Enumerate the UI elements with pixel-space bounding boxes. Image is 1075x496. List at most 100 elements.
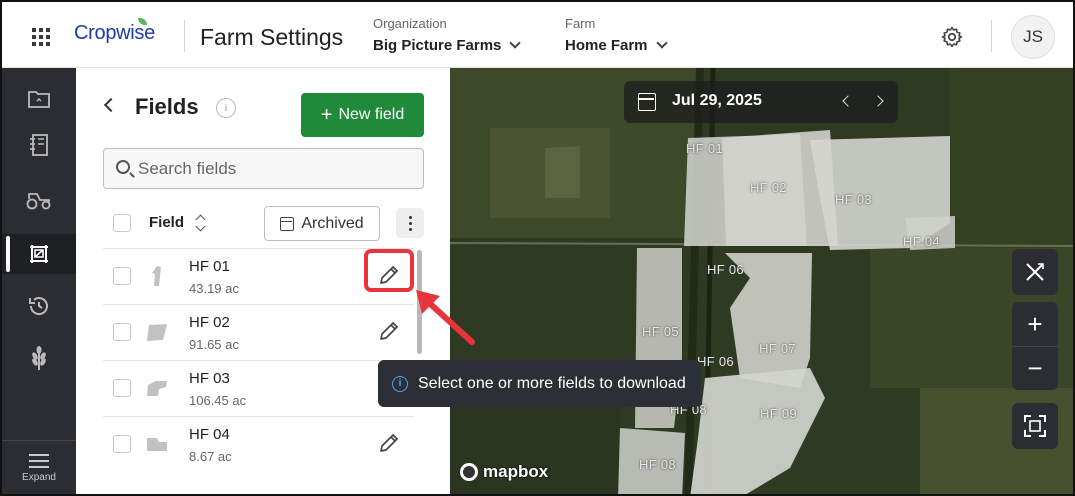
search-input[interactable] — [138, 149, 418, 188]
chevron-down-icon — [655, 37, 668, 49]
rail-item-crops[interactable] — [2, 338, 76, 378]
annotation-arrow-icon — [416, 290, 475, 345]
expand-label: Expand — [22, 472, 56, 483]
field-column-header[interactable]: Field — [149, 214, 184, 231]
header-divider — [184, 20, 185, 52]
search-box — [103, 148, 424, 189]
rail-item-machinery[interactable] — [2, 180, 76, 220]
app-title: Farm Settings — [200, 24, 344, 50]
field-shape-icon — [147, 324, 167, 341]
map-field-label[interactable]: HF 09 — [760, 406, 797, 421]
tools-icon — [1026, 263, 1044, 281]
row-checkbox[interactable] — [113, 323, 131, 341]
panel-title: Fields — [135, 94, 199, 119]
map-field-label[interactable]: HF 02 — [750, 180, 787, 195]
tractor-icon — [26, 193, 51, 210]
map-field-label[interactable]: HF 08 — [639, 457, 676, 472]
row-checkbox[interactable] — [113, 379, 131, 397]
info-icon[interactable]: i — [216, 98, 236, 118]
sort-icon[interactable] — [195, 214, 205, 232]
map-field-label[interactable]: HF 07 — [759, 341, 796, 356]
zoom-out-button[interactable]: − — [1012, 346, 1058, 390]
table-row[interactable]: HF 02 91.65 ac — [103, 304, 414, 360]
field-name: HF 03 — [189, 370, 230, 387]
field-area: 106.45 ac — [189, 393, 247, 408]
chevron-right-icon[interactable] — [872, 95, 884, 107]
field-shape-icon — [147, 381, 167, 396]
rail-item-fields[interactable] — [2, 234, 76, 274]
field-area: 91.65 ac — [189, 337, 239, 352]
folder-icon — [28, 91, 50, 108]
field-shape-icon — [152, 266, 161, 286]
row-checkbox[interactable] — [113, 267, 131, 285]
history-icon — [29, 297, 48, 315]
mapbox-logo-icon — [460, 463, 478, 481]
mapbox-attribution[interactable]: mapbox — [460, 462, 548, 482]
organization-label: Organization — [373, 16, 447, 31]
header-divider — [991, 20, 992, 52]
fit-bounds-button[interactable] — [1012, 403, 1058, 449]
archived-label: Archived — [301, 214, 364, 232]
farm-value: Home Farm — [565, 37, 648, 54]
tooltip-text: Select one or more fields to download — [418, 374, 686, 392]
pencil-icon[interactable] — [377, 319, 401, 343]
chevron-down-icon — [509, 37, 522, 49]
zoom-controls: + − — [1012, 302, 1058, 390]
search-icon — [116, 160, 130, 174]
organization-selector[interactable]: Big Picture Farms — [373, 37, 522, 54]
info-icon: i — [392, 375, 408, 392]
pencil-icon[interactable] — [377, 431, 401, 455]
farm-selector[interactable]: Home Farm — [565, 37, 668, 54]
field-name: HF 01 — [189, 258, 230, 275]
field-area: 43.19 ac — [189, 281, 239, 296]
select-all-checkbox[interactable] — [113, 214, 131, 232]
map-field-label[interactable]: HF 06 — [697, 354, 734, 369]
field-name: HF 02 — [189, 314, 230, 331]
calendar-icon[interactable] — [638, 93, 656, 111]
table-row[interactable]: HF 03 106.45 ac — [103, 360, 414, 416]
expand-rail-button[interactable]: Expand — [2, 440, 76, 494]
mapbox-label: mapbox — [483, 462, 549, 481]
table-row[interactable]: HF 04 8.67 ac — [103, 416, 414, 472]
zoom-in-button[interactable]: + — [1012, 302, 1058, 346]
field-area: 8.67 ac — [189, 449, 232, 464]
user-avatar[interactable]: JS — [1011, 15, 1055, 59]
edit-highlight-box — [364, 249, 414, 292]
chevron-left-icon[interactable] — [842, 95, 854, 107]
app-window: Cropwise Farm Settings Organization Big … — [0, 0, 1075, 496]
focus-frame-icon — [1024, 415, 1046, 437]
organization-value: Big Picture Farms — [373, 37, 502, 54]
map-field-label[interactable]: HF 05 — [642, 324, 679, 339]
crop-icon — [32, 346, 46, 370]
field-name: HF 04 — [189, 426, 230, 443]
left-nav-rail: Expand — [2, 68, 76, 494]
map-field-label[interactable]: HF 03 — [835, 192, 872, 207]
date-selector: Jul 29, 2025 — [624, 81, 898, 123]
gear-icon[interactable] — [940, 25, 964, 49]
plus-icon: + — [320, 104, 333, 126]
map-field-label[interactable]: HF 06 — [707, 262, 744, 277]
satellite-map-image — [450, 68, 1073, 494]
archived-button[interactable]: Archived — [264, 206, 380, 241]
draw-tools-button[interactable] — [1012, 249, 1058, 295]
download-tooltip: i Select one or more fields to download — [378, 360, 701, 407]
top-header: Cropwise Farm Settings Organization Big … — [2, 2, 1073, 68]
map-field-label[interactable]: HF 04 — [903, 234, 940, 249]
archive-icon — [280, 216, 295, 231]
rail-item-history[interactable] — [2, 286, 76, 326]
more-options-icon[interactable] — [396, 208, 424, 238]
field-shape-icon — [147, 438, 167, 451]
new-field-button[interactable]: + New field — [301, 93, 424, 137]
map-view[interactable]: Jul 29, 2025 HF 01 HF 02 HF 03 HF 04 HF … — [450, 68, 1073, 494]
farm-label: Farm — [565, 16, 596, 31]
hamburger-icon — [29, 454, 49, 468]
row-checkbox[interactable] — [113, 435, 131, 453]
cropwise-logo[interactable]: Cropwise — [74, 22, 155, 45]
fields-icon — [30, 245, 48, 263]
back-chevron-icon[interactable] — [103, 97, 119, 113]
rail-item-notebook[interactable] — [2, 125, 76, 165]
map-field-label[interactable]: HF 01 — [686, 141, 723, 156]
date-label[interactable]: Jul 29, 2025 — [672, 92, 762, 110]
apps-grid-icon[interactable] — [32, 28, 50, 46]
rail-item-folder[interactable] — [2, 79, 76, 119]
